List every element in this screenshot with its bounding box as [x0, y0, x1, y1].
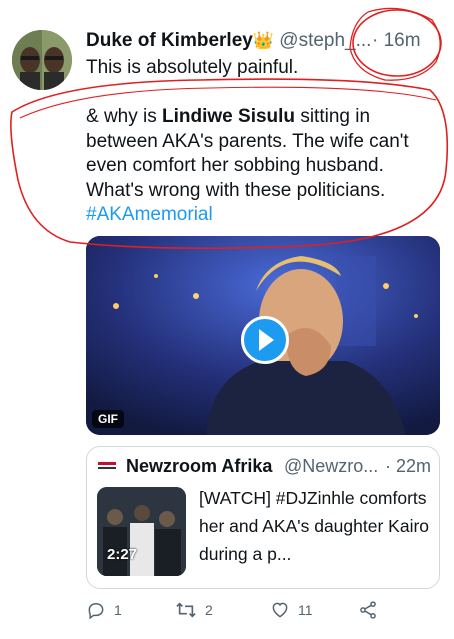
video-duration: 2:27 [107, 546, 138, 563]
tweet-header: Duke of Kimberley👑 @steph_... [86, 30, 371, 52]
tweet-text-line1: This is absolutely painful. [86, 57, 299, 78]
quoted-timestamp[interactable]: · 22m [385, 456, 431, 477]
author-name[interactable]: Duke of Kimberley [86, 30, 253, 51]
share-button[interactable] [358, 600, 378, 620]
retweet-count: 2 [205, 602, 213, 618]
body-bold-name: Lindiwe Sisulu [162, 106, 296, 127]
like-count: 11 [298, 602, 313, 618]
heart-icon [270, 600, 290, 620]
crown-icon: 👑 [252, 31, 274, 50]
play-button[interactable] [241, 316, 289, 364]
tweet-body: & why is Lindiwe Sisulu sitting in betwe… [86, 105, 446, 228]
quoted-author-name[interactable]: Newzroom Afrika [126, 456, 272, 477]
reply-icon [86, 600, 106, 620]
share-icon [358, 600, 378, 620]
reply-button[interactable]: 1 [86, 600, 122, 620]
retweet-button[interactable]: 2 [175, 600, 213, 620]
like-button[interactable]: 11 [270, 600, 313, 620]
tweet-timestamp[interactable]: · 16m [372, 30, 421, 52]
tweet-action-bar: 1 2 11 [0, 598, 454, 624]
gif-badge: GIF [92, 410, 124, 428]
author-handle[interactable]: @steph_... [279, 30, 371, 51]
body-prefix: & why is [86, 106, 163, 127]
reply-count: 1 [114, 602, 122, 618]
newzroom-logo-icon [97, 459, 117, 473]
avatar[interactable] [12, 30, 72, 90]
quoted-author-handle[interactable]: @Newzro... [284, 456, 378, 477]
retweet-icon [175, 600, 197, 620]
quoted-tweet-text: [WATCH] #DJZinhle comforts her and AKA's… [199, 488, 430, 564]
hashtag-link[interactable]: #AKAmemorial [86, 204, 213, 225]
